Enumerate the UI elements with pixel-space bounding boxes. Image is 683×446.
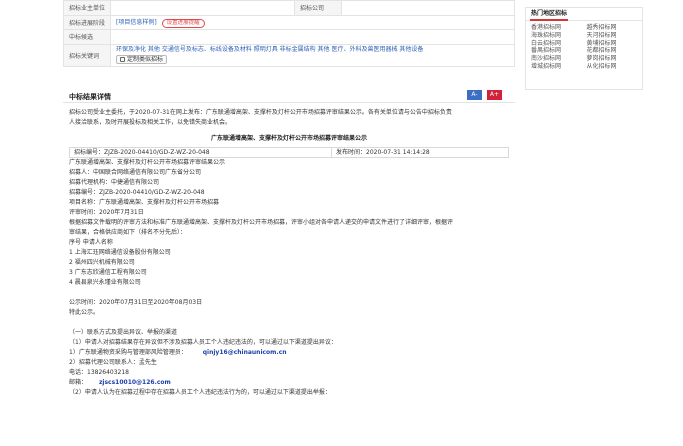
font-increase-button[interactable]: A+	[487, 90, 502, 100]
sidebar-link[interactable]: 天河招标网	[587, 32, 643, 40]
email-link-2[interactable]: zjscs10010@126.com	[99, 379, 171, 386]
sidebar-links: 香港招标网 越秀招标网 海珠招标网 天河招标网 白云招标网 黄埔招标网 番禺招标…	[526, 21, 642, 71]
contact-text: 邮箱：	[69, 379, 88, 386]
sidebar-link[interactable]: 海珠招标网	[531, 32, 587, 40]
subscribe-icon	[120, 57, 125, 62]
stage-label: 招标进展阶段	[63, 14, 111, 30]
keyword-links[interactable]: 环保及净化 其他 交通信号及标志、标线设备及材料 照明灯具 非标金属结构 其他 …	[116, 46, 509, 54]
body-line: 项目名称：广东联通增高架、支撑杆及灯杆公开市场招募	[69, 199, 220, 206]
agency-value	[341, 0, 515, 16]
contact-line: 1）广东联通物资采购与管理部风险管理员： qinjy16@chinaunicom…	[69, 348, 509, 358]
email-link-1[interactable]: qinjy16@chinaunicom.cn	[203, 349, 287, 356]
body-line: 3 广东志欣通信工程有限公司	[69, 269, 147, 276]
body-line: 根据招募文件载明的评审方法和标准广东联通增高架、支撑杆及灯杆公开市场招募，评审小…	[69, 219, 454, 226]
keywords-label: 招标关键词	[63, 43, 111, 67]
agency-label: 招标公司	[294, 0, 342, 16]
result-section-header: 中标结果详情 A- A+	[63, 89, 515, 103]
subscribe-similar-button[interactable]: 定制类似招标	[116, 55, 168, 64]
doc-meta: 招标编号：ZJZB-2020-04410/GD-Z-WZ-20-048 发布时间…	[69, 147, 509, 158]
contact-line: 电话：13826403218	[69, 369, 129, 376]
bid-info-table: 招标业主单位 招标公司 招标进展阶段 [项目信息样例] 设置进展提醒 中标候选 …	[63, 0, 515, 67]
body-line: 审结果，合格供应商如下（排名不分先后）：	[69, 229, 187, 236]
sidebar-link[interactable]: 香港招标网	[531, 24, 587, 32]
body-line: 招募编号：ZJZB-2020-04410/GD-Z-WZ-20-048	[69, 189, 205, 196]
body-line: 2 福州四兴机械有限公司	[69, 259, 135, 266]
body-line: 1 上海汇珏网络通信设备股份有限公司	[69, 249, 171, 256]
body-line: 4 晨县泉兴永瑾业有限公司	[69, 279, 141, 286]
candidate-value	[110, 29, 515, 45]
sidebar-link[interactable]: 从化招标网	[587, 63, 643, 71]
publicity-period: 公示时间：2020年07月31日至2020年08月03日	[69, 299, 203, 306]
hot-region-sidebar: 热门地区招标 香港招标网 越秀招标网 海珠招标网 天河招标网 白云招标网 黄埔招…	[525, 7, 643, 90]
stage-value: [项目信息样例] 设置进展提醒	[110, 14, 515, 30]
contact-line: （2）申请人认为在招募过程中存在招募人员工个人违纪违法行为的，可以通过以下渠道提…	[69, 389, 331, 396]
sidebar-link[interactable]: 越秀招标网	[587, 24, 643, 32]
body-line: 招募人：中国联合网络通信有限公司广东省分公司	[69, 169, 202, 176]
publish-time: 发布时间：2020-07-31 14:14:28	[336, 149, 430, 156]
intro-line: 人接洽联系，及时开展投标及相关工作，以免错失商业机会。	[69, 119, 232, 126]
owner-value	[110, 0, 295, 16]
article-body: 招标公司受业主委托，于2020-07-31在网上发布：广东联通增高架、支撑杆及灯…	[69, 108, 509, 398]
body-line: 评审时间：2020年7月31日	[69, 209, 144, 216]
font-decrease-button[interactable]: A-	[467, 90, 482, 100]
sidebar-title: 热门地区招标	[526, 8, 642, 21]
subscribe-label: 定制类似招标	[127, 56, 164, 63]
intro-line: 招标公司受业主委托，于2020-07-31在网上发布：广东联通增高架、支撑杆及灯…	[69, 109, 452, 116]
contact-line: 2）招募代理公司联系人：孟先生	[69, 359, 157, 366]
candidate-label: 中标候选	[63, 29, 111, 45]
doc-number: 招标编号：ZJZB-2020-04410/GD-Z-WZ-20-048	[70, 148, 332, 157]
owner-label: 招标业主单位	[63, 0, 111, 16]
notice-line: 特此公示。	[69, 309, 100, 316]
contact-text: 1）广东联通物资采购与管理部风险管理员：	[69, 349, 187, 356]
project-sample-link[interactable]: [项目信息样例]	[116, 19, 157, 26]
contact-line: （一）联系方式及提出异议、举报的渠道	[69, 329, 178, 336]
contact-line: 邮箱： zjscs10010@126.com	[69, 378, 509, 388]
doc-title: 广东联通增高架、支撑杆及灯杆公开市场招募评审结果公示	[210, 135, 367, 142]
sidebar-link[interactable]: 萝岗招标网	[587, 55, 643, 63]
progress-reminder-button[interactable]: 设置进展提醒	[161, 18, 205, 28]
section-title: 中标结果详情	[69, 93, 111, 101]
sidebar-link[interactable]: 南沙招标网	[531, 55, 587, 63]
sidebar-link[interactable]: 增城招标网	[531, 63, 587, 71]
keywords-cell: 环保及净化 其他 交通信号及标志、标线设备及材料 照明灯具 非标金属结构 其他 …	[110, 43, 515, 67]
body-line: 招募代理机构：中捷通信有限公司	[69, 179, 160, 186]
body-line: 广东联通增高架、支撑杆及灯杆公开市场招募评审结果公示	[69, 159, 226, 166]
body-line: 序号 申请人名称	[69, 239, 113, 246]
contact-line: （1）申请人对招募结果存在异议但不涉及招募人员工个人违纪违法的，可以通过以下渠道…	[69, 339, 337, 346]
